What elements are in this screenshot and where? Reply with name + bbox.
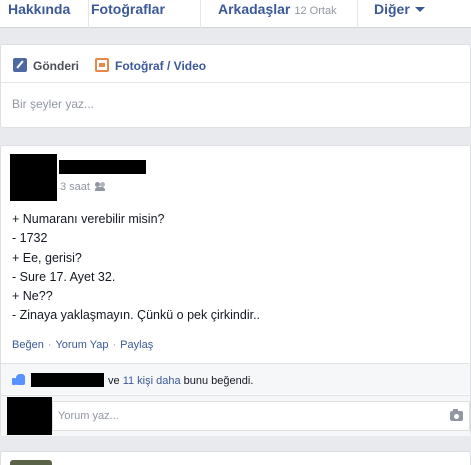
post-actions: Beğen · Yorum Yap · Paylaş — [12, 339, 153, 351]
comment-link[interactable]: Yorum Yap — [55, 339, 108, 351]
comment-placeholder: Yorum yaz... — [58, 410, 119, 422]
mutual-friends-count: 12 Ortak — [294, 5, 337, 17]
post-line: - Sure 17. Ayet 32. — [12, 269, 116, 284]
pencil-icon — [13, 58, 27, 72]
post-meta: 3 saat — [60, 181, 107, 193]
likes-text: ve 11 kişi daha bunu beğendi. — [108, 375, 253, 387]
composer-tab-photo-label: Fotoğraf / Video — [115, 59, 207, 73]
likes-summary: ve 11 kişi daha bunu beğendi. — [1, 363, 470, 394]
post-card: 3 saat + Numaranı verebilir misin? - 173… — [0, 145, 471, 436]
comment-input[interactable]: Yorum yaz... — [52, 401, 470, 431]
friends-icon[interactable] — [94, 182, 107, 191]
tab-more-label: Diğer — [374, 1, 410, 17]
action-separator: · — [47, 339, 52, 351]
likes-suffix: bunu beğendi. — [183, 375, 254, 387]
nav-divider — [88, 0, 89, 28]
comment-composer: Yorum yaz... — [1, 395, 470, 436]
composer-tabs: Gönderi Fotoğraf / Video — [1, 45, 470, 83]
tab-friends[interactable]: Arkadaşlar 12 Ortak — [218, 0, 337, 28]
post-line: + Numaranı verebilir misin? — [12, 212, 165, 226]
nav-divider — [200, 0, 201, 28]
composer-input[interactable]: Bir şeyler yaz... — [12, 97, 94, 111]
commenter-avatar — [7, 397, 52, 435]
next-post-avatar[interactable] — [10, 460, 52, 465]
post-line: - Zinaya yaklaşmayın. Çünkü o pek çirkin… — [12, 308, 261, 323]
chevron-down-icon — [414, 7, 425, 12]
share-link[interactable]: Paylaş — [120, 339, 153, 351]
post-line: - 1732 — [12, 231, 48, 246]
tab-about[interactable]: Hakkında — [8, 0, 70, 28]
like-link[interactable]: Beğen — [12, 339, 44, 351]
likes-connector: ve — [108, 375, 120, 387]
status-composer: Gönderi Fotoğraf / Video Bir şeyler yaz.… — [0, 44, 471, 128]
next-post-card — [0, 451, 471, 465]
author-name-redacted[interactable] — [59, 160, 146, 174]
tab-more[interactable]: Diğer — [374, 0, 425, 28]
nav-divider — [357, 0, 358, 28]
post-timestamp[interactable]: 3 saat — [60, 181, 90, 193]
camera-icon[interactable] — [450, 409, 463, 421]
photo-icon — [95, 58, 109, 72]
liker-name-redacted[interactable] — [31, 373, 104, 387]
post-line: + Ee, gerisi? — [12, 250, 82, 265]
action-separator: · — [112, 339, 117, 351]
tab-friends-label: Arkadaşlar — [218, 1, 291, 17]
post-line: + Ne?? — [12, 289, 53, 304]
likes-others-link[interactable]: 11 kişi daha — [123, 375, 181, 387]
thumbs-up-icon — [12, 373, 25, 385]
composer-tab-post-label: Gönderi — [33, 59, 80, 73]
tab-photos[interactable]: Fotoğraflar — [91, 0, 165, 28]
author-avatar[interactable] — [10, 154, 57, 201]
post-body: + Numaranı verebilir misin? - 1732 + Ee,… — [12, 210, 260, 326]
profile-nav: Hakkında Fotoğraflar Arkadaşlar 12 Ortak … — [0, 0, 471, 28]
